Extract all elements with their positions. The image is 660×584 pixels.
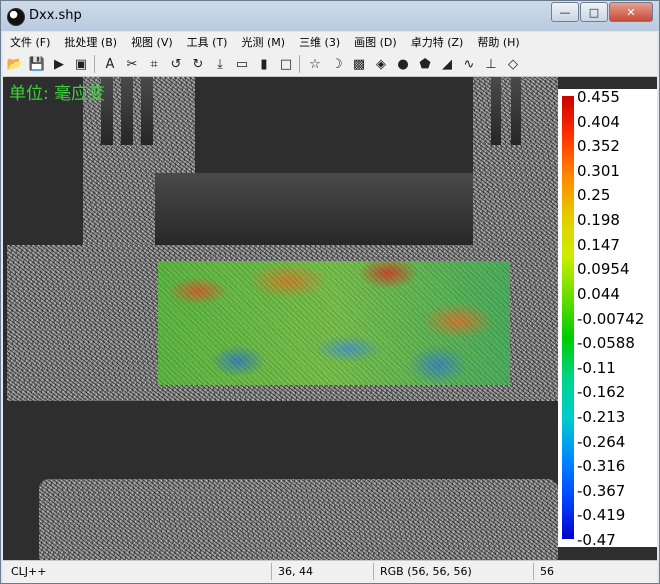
tile-icon[interactable]: ▣ [71, 54, 91, 74]
colorbar-tick-label: -0.264 [577, 432, 626, 451]
colorbar-tick-label: -0.162 [577, 383, 626, 402]
line-profile-icon[interactable]: ∿ [459, 54, 479, 74]
colorbar-tick-label: -0.00742 [577, 309, 645, 328]
color-map-icon[interactable]: ▩ [349, 54, 369, 74]
colorbar-tick-label: 0.352 [577, 137, 620, 156]
specimen-lower-block [39, 479, 558, 560]
colorbar-tick-label: 0.0954 [577, 260, 630, 279]
colorbar-tick-label: -0.0588 [577, 334, 635, 353]
cube-icon[interactable]: ◇ [503, 54, 523, 74]
circle-icon[interactable]: ● [393, 54, 413, 74]
app-icon [7, 8, 25, 26]
grip-slot [511, 77, 521, 145]
grip-slot [491, 77, 501, 145]
colorbar-tick-label: -0.367 [577, 481, 626, 500]
play-icon[interactable]: ▶ [49, 54, 69, 74]
colorbar-tick-label: -0.11 [577, 358, 616, 377]
units-label: 单位: 毫应变 [9, 84, 106, 104]
colorbar-tick-label: -0.316 [577, 457, 626, 476]
colorbar-gradient [562, 96, 574, 539]
rotate-left-icon[interactable]: ↺ [166, 54, 186, 74]
colorbar-tick-label: 0.147 [577, 235, 620, 254]
colorbar-tick-label: 0.301 [577, 161, 620, 180]
menu-batch[interactable]: 批处理 (B) [57, 34, 124, 50]
menu-view[interactable]: 视图 (V) [124, 34, 180, 50]
menu-help[interactable]: 帮助 (H) [470, 34, 526, 50]
tag-icon[interactable]: ◈ [371, 54, 391, 74]
app-window: Dxx.shp — □ ✕ 文件 (F) 批处理 (B) 视图 (V) 工具 (T) 光… [0, 0, 660, 584]
status-divider [373, 563, 374, 580]
grip-slot [121, 77, 133, 145]
colorbar: 0.455 0.404 0.352 0.301 0.25 0.198 0.147 0.0954… [558, 88, 657, 549]
text-icon[interactable]: A [100, 54, 120, 74]
polygon-icon[interactable]: ⬟ [415, 54, 435, 74]
maximize-button[interactable]: □ [580, 2, 608, 22]
menu-draw[interactable]: 画图 (D) [347, 34, 404, 50]
status-coords: 36, 44 [278, 565, 313, 578]
grip-slot [141, 77, 153, 145]
crop-icon[interactable]: ⌗ [144, 54, 164, 74]
bar-chart-icon[interactable]: ▮ [254, 54, 274, 74]
colorbar-tick-label: 0.25 [577, 186, 611, 205]
menu-file[interactable]: 文件 (F) [3, 34, 57, 50]
close-button[interactable]: ✕ [609, 2, 653, 22]
histogram-icon[interactable]: ◢ [437, 54, 457, 74]
menu-tools[interactable]: 工具 (T) [180, 34, 235, 50]
status-rgb: RGB (56, 56, 56) [380, 565, 472, 578]
download-icon[interactable]: ⤓ [210, 54, 230, 74]
cut-icon[interactable]: ✂ [122, 54, 142, 74]
menu-bar: 文件 (F) 批处理 (B) 视图 (V) 工具 (T) 光测 (M) 三维 (3) 画图 … [3, 32, 657, 52]
toolbar-separator [94, 55, 95, 73]
star-icon[interactable]: ☆ [305, 54, 325, 74]
menu-3d[interactable]: 三维 (3) [292, 34, 347, 50]
status-app: CLJ++ [11, 565, 47, 578]
colorbar-tick-label: -0.419 [577, 506, 626, 525]
status-value: 56 [540, 565, 554, 578]
menu-optical[interactable]: 光测 (M) [234, 34, 292, 50]
menu-zhuolite[interactable]: 卓力特 (Z) [404, 34, 471, 50]
image-canvas[interactable]: 单位: 毫应变 0.455 0.404 0.352 0.301 0.25 0.198 0.1… [3, 77, 657, 560]
colorbar-tick-label: -0.47 [577, 531, 616, 549]
colorbar-tick-label: 0.198 [577, 211, 620, 230]
colorbar-tick-label: -0.213 [577, 407, 626, 426]
save-icon[interactable]: 💾 [27, 54, 47, 74]
ruler-icon[interactable]: ▭ [232, 54, 252, 74]
colorbar-tick-label: 0.404 [577, 112, 620, 131]
title-bar[interactable]: Dxx.shp — □ ✕ [1, 1, 659, 31]
axis-icon[interactable]: ⊥ [481, 54, 501, 74]
status-bar: CLJ++ 36, 44 RGB (56, 56, 56) 56 [3, 560, 657, 583]
toolbar-separator [299, 55, 300, 73]
colorbar-tick-label: 0.455 [577, 88, 620, 106]
status-divider [271, 563, 272, 580]
colorbar-tick-label: 0.044 [577, 284, 620, 303]
open-icon[interactable]: 📂 [5, 54, 25, 74]
moon-icon[interactable]: ☽ [327, 54, 347, 74]
cavity [155, 173, 473, 249]
minimize-button[interactable]: — [551, 2, 579, 22]
rectangle-icon[interactable]: □ [276, 54, 296, 74]
status-divider [533, 563, 534, 580]
strain-overlay [158, 261, 510, 385]
rotate-right-icon[interactable]: ↻ [188, 54, 208, 74]
toolbar: 📂 💾 ▶ ▣ A ✂ ⌗ ↺ ↻ ⤓ ▭ ▮ □ ☆ ☽ ▩ ◈ ● ⬟ ◢ ∿ ⊥ ◇ [3, 52, 657, 77]
window-title: Dxx.shp [29, 8, 82, 23]
